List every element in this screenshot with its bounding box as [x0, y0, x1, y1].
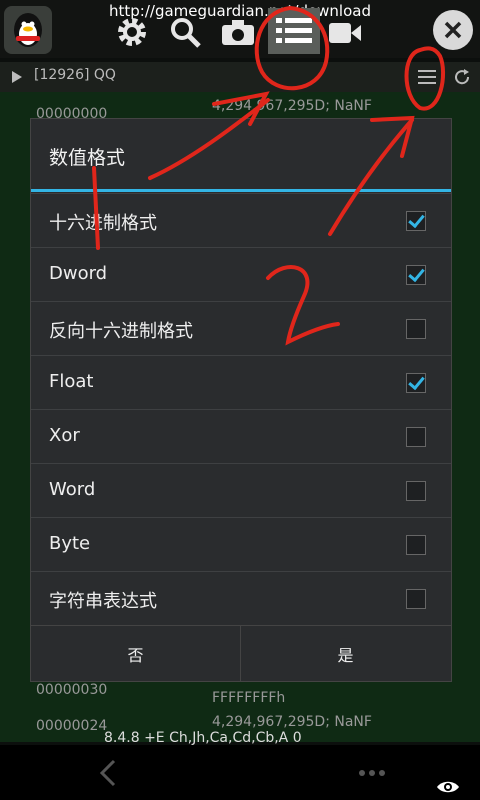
- eye-icon[interactable]: [436, 779, 460, 795]
- more-icon[interactable]: [358, 769, 386, 777]
- annotation-arrowhead-2: [370, 115, 415, 158]
- annotation-circle-menu: [404, 46, 445, 111]
- annotation-overlay: [92, 6, 445, 346]
- annotation-arrow-2: [328, 118, 414, 236]
- annotation-arrow-1: [148, 98, 270, 180]
- annotation-digit-1: [92, 166, 100, 250]
- annotation-digit-2: [266, 265, 340, 346]
- system-nav-bar: [0, 745, 480, 800]
- back-icon[interactable]: [98, 759, 118, 787]
- annotation-circle-list: [254, 6, 330, 91]
